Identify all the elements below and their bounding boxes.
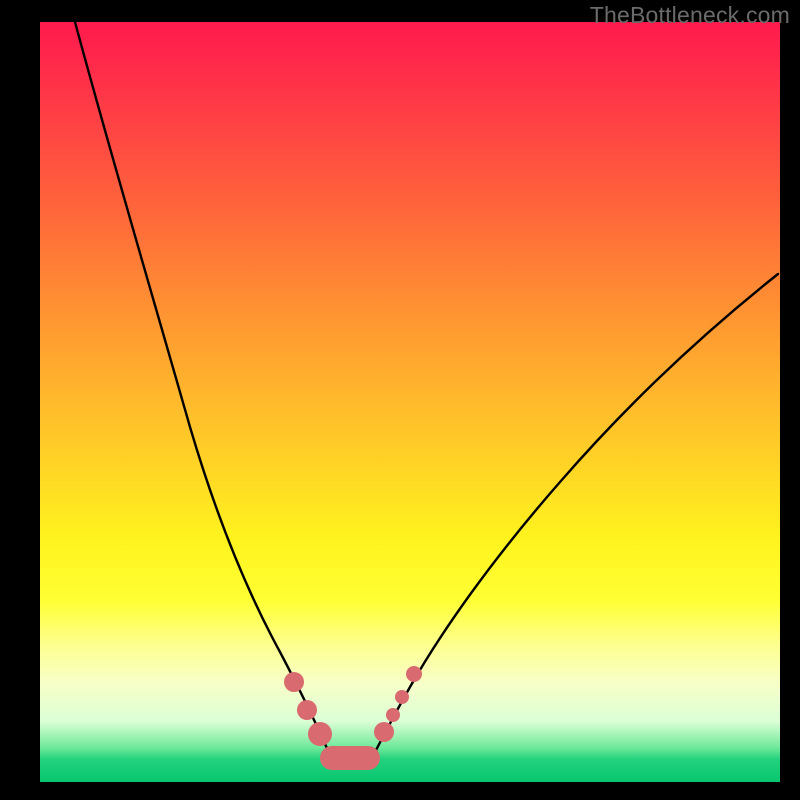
chart-frame: TheBottleneck.com [0, 0, 800, 800]
marker-dot [308, 722, 332, 746]
marker-dot [374, 722, 394, 742]
marker-dot [395, 690, 409, 704]
plot-area [40, 22, 780, 782]
curve-right [370, 274, 778, 762]
watermark-text: TheBottleneck.com [590, 2, 790, 29]
marker-dot [406, 666, 422, 682]
curve-left [75, 22, 333, 762]
marker-dot [297, 700, 317, 720]
chart-svg [40, 22, 780, 782]
marker-dot [386, 708, 400, 722]
marker-dot [284, 672, 304, 692]
marker-bar [320, 746, 380, 770]
